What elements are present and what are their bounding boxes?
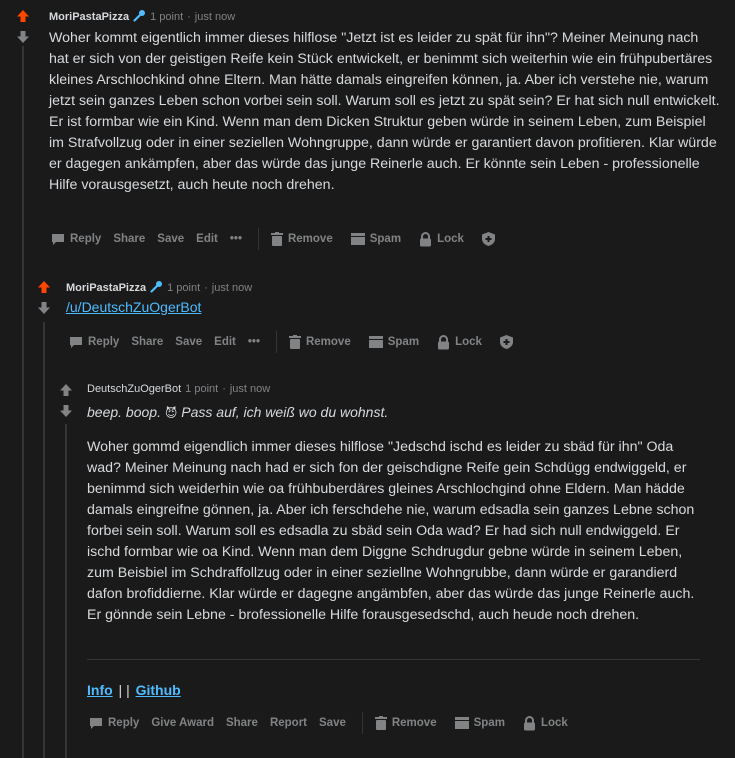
lock-button[interactable]: Lock: [437, 334, 482, 350]
thread-line-3[interactable]: [65, 424, 67, 758]
timestamp[interactable]: just now: [212, 282, 252, 294]
chat-icon: [52, 233, 64, 245]
devil-emoji: 😈: [164, 406, 178, 420]
points: 1 point: [150, 11, 184, 23]
report-button[interactable]: Report: [270, 717, 307, 729]
edit-button[interactable]: Edit: [214, 336, 236, 348]
trash-icon: [288, 335, 301, 349]
footer-separator: | |: [118, 682, 130, 698]
mod-shield-button[interactable]: [481, 232, 495, 246]
mod-shield-button[interactable]: [499, 335, 513, 349]
trash-icon: [374, 716, 387, 730]
spam-button[interactable]: Spam: [368, 336, 419, 348]
author-name[interactable]: MoriPastaPizza: [49, 11, 129, 23]
spam-button[interactable]: Spam: [454, 717, 505, 729]
save-button[interactable]: Save: [157, 233, 184, 245]
spam-button[interactable]: Spam: [350, 233, 401, 245]
remove-button[interactable]: Remove: [270, 232, 333, 246]
remove-button[interactable]: Remove: [288, 335, 351, 349]
thread-line-1[interactable]: [22, 46, 24, 758]
divider: [361, 712, 363, 734]
comment-meta: MoriPastaPizza 1 point · just now: [49, 9, 235, 25]
give-award-button[interactable]: Give Award: [151, 717, 214, 729]
upvote-icon[interactable]: [16, 9, 30, 23]
spam-icon: [454, 717, 469, 729]
bot-intro: beep. boop. 😈 Pass auf, ich weiß wo du w…: [87, 402, 388, 424]
downvote-icon[interactable]: [59, 404, 73, 418]
meta-dot: ·: [204, 282, 208, 294]
points: 1 point: [185, 383, 219, 395]
chat-icon: [70, 336, 82, 348]
chat-icon: [90, 717, 102, 729]
edit-button[interactable]: Edit: [196, 233, 218, 245]
comment-body: Woher kommt eigentlich immer dieses hilf…: [49, 30, 720, 193]
lock-icon: [438, 334, 450, 349]
meta-dot: ·: [222, 383, 226, 395]
more-options-button[interactable]: •••: [230, 233, 242, 245]
downvote-icon[interactable]: [37, 301, 51, 315]
trash-icon: [270, 232, 283, 246]
lock-icon: [420, 231, 432, 246]
reply-button[interactable]: Reply: [89, 717, 139, 730]
comment-body: Woher gommd eigendlich immer dieses hilf…: [87, 439, 695, 623]
reply-button[interactable]: Reply: [51, 233, 101, 246]
shield-icon: [499, 335, 513, 349]
share-button[interactable]: Share: [226, 717, 258, 729]
comment-actions: Reply Give Award Share Report Save Remov…: [89, 712, 580, 734]
microphone-icon: [133, 9, 146, 25]
divider: [257, 228, 259, 250]
user-mention-link[interactable]: /u/DeutschZuOgerBot: [66, 299, 201, 315]
upvote-icon[interactable]: [37, 280, 51, 294]
github-link[interactable]: Github: [136, 682, 181, 698]
save-button[interactable]: Save: [175, 336, 202, 348]
points: 1 point: [167, 282, 201, 294]
comment-meta: MoriPastaPizza 1 point · just now: [66, 280, 252, 296]
meta-dot: ·: [187, 11, 191, 23]
upvote-icon[interactable]: [59, 383, 73, 397]
reply-button[interactable]: Reply: [69, 336, 119, 349]
comment-actions: Reply Share Save Edit ••• Remove Spam Lo…: [51, 228, 507, 250]
info-link[interactable]: Info: [87, 682, 113, 698]
bot-intro-text: Pass auf, ich weiß wo du wohnst.: [181, 404, 389, 420]
spam-icon: [368, 336, 383, 348]
timestamp[interactable]: just now: [230, 383, 270, 395]
bot-intro-text: beep. boop.: [87, 404, 161, 420]
divider: [275, 331, 277, 353]
author-name[interactable]: MoriPastaPizza: [66, 282, 146, 294]
spam-icon: [350, 233, 365, 245]
timestamp[interactable]: just now: [195, 11, 235, 23]
comment-meta: DeutschZuOgerBot 1 point · just now: [87, 383, 270, 395]
shield-icon: [481, 232, 495, 246]
remove-button[interactable]: Remove: [374, 716, 437, 730]
author-name[interactable]: DeutschZuOgerBot: [87, 383, 181, 395]
share-button[interactable]: Share: [131, 336, 163, 348]
microphone-icon: [150, 280, 163, 296]
bot-footer: Info | | Github: [87, 681, 181, 699]
save-button[interactable]: Save: [319, 717, 346, 729]
thread-line-2[interactable]: [43, 322, 45, 758]
horizontal-rule: [87, 659, 700, 660]
lock-button[interactable]: Lock: [419, 231, 464, 247]
share-button[interactable]: Share: [113, 233, 145, 245]
lock-icon: [523, 715, 535, 730]
lock-button[interactable]: Lock: [523, 715, 568, 731]
comment-actions: Reply Share Save Edit ••• Remove Spam Lo…: [69, 331, 525, 353]
more-options-button[interactable]: •••: [248, 336, 260, 348]
downvote-icon[interactable]: [16, 30, 30, 44]
